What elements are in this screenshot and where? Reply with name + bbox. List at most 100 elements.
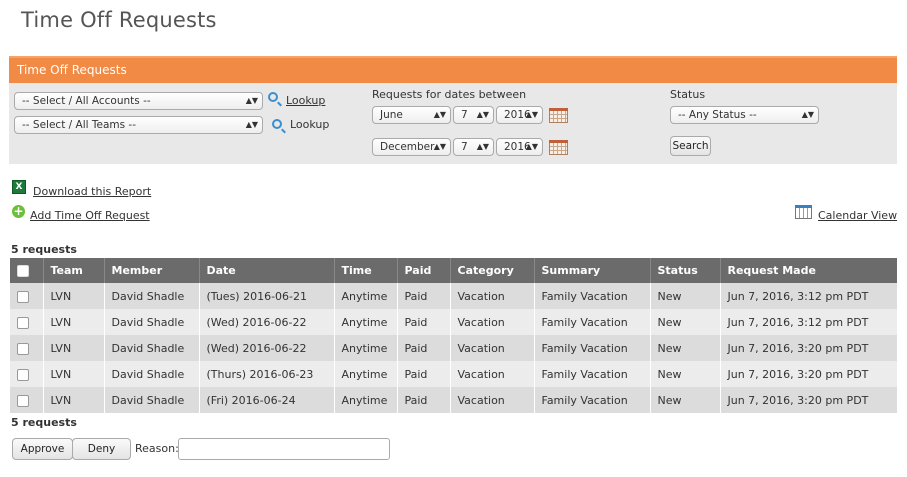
end-day-select[interactable]: 7 ▲▼	[453, 138, 494, 156]
status-select-value: -- Any Status --	[678, 109, 757, 121]
header-status[interactable]: Status	[649, 258, 720, 283]
cell-team: LVN	[42, 361, 104, 387]
search-icon[interactable]	[268, 92, 278, 102]
table-row: LVN David Shadle (Wed) 2016-06-22 Anytim…	[10, 335, 897, 361]
search-icon[interactable]	[272, 119, 282, 129]
reason-input[interactable]	[178, 438, 390, 460]
calendar-icon[interactable]	[549, 140, 568, 155]
table-row: LVN David Shadle (Tues) 2016-06-21 Anyti…	[10, 283, 897, 309]
cell-team: LVN	[42, 387, 104, 413]
cell-time: Anytime	[333, 309, 397, 335]
search-button[interactable]: Search	[670, 136, 711, 156]
cell-time: Anytime	[333, 283, 397, 309]
select-arrows-icon: ▲▼	[525, 110, 538, 119]
cell-summary: Family Vacation	[533, 361, 650, 387]
end-year-select[interactable]: 2016 ▲▼	[496, 138, 543, 156]
end-month-select[interactable]: December ▲▼	[372, 138, 451, 156]
cell-status: New	[649, 361, 720, 387]
cell-request-made: Jun 7, 2016, 3:20 pm PDT	[719, 335, 897, 361]
teams-select[interactable]: -- Select / All Teams -- ▲▼	[14, 116, 263, 134]
header-request-made[interactable]: Request Made	[719, 258, 897, 283]
row-select-cell	[10, 361, 43, 387]
header-team[interactable]: Team	[42, 258, 104, 283]
row-checkbox[interactable]	[17, 316, 29, 329]
reason-label: Reason:	[135, 442, 179, 455]
request-count: 5 requests	[11, 243, 77, 256]
table-row: LVN David Shadle (Wed) 2016-06-22 Anytim…	[10, 309, 897, 335]
calendar-view-link[interactable]: Calendar View	[818, 209, 897, 222]
select-arrows-icon: ▲▼	[525, 142, 538, 151]
select-arrows-icon: ▲▼	[476, 110, 489, 119]
cell-summary: Family Vacation	[533, 335, 650, 361]
end-month-value: December	[380, 141, 435, 153]
status-label: Status	[670, 88, 706, 101]
header-category[interactable]: Category	[449, 258, 534, 283]
accounts-select[interactable]: -- Select / All Accounts -- ▲▼	[14, 92, 263, 110]
header-date[interactable]: Date	[198, 258, 334, 283]
row-select-cell	[10, 283, 43, 309]
start-year-select[interactable]: 2016 ▲▼	[496, 106, 543, 124]
status-select[interactable]: -- Any Status -- ▲▼	[670, 106, 819, 124]
cell-status: New	[649, 283, 720, 309]
calendar-icon[interactable]	[549, 108, 568, 123]
cell-team: LVN	[42, 335, 104, 361]
table-header-row: Team Member Date Time Paid Category Summ…	[10, 258, 897, 283]
row-checkbox[interactable]	[17, 342, 29, 355]
lookup-accounts-link[interactable]: Lookup	[286, 94, 325, 107]
row-checkbox[interactable]	[17, 290, 29, 303]
cell-paid: Paid	[396, 283, 450, 309]
row-checkbox[interactable]	[17, 368, 29, 381]
cell-status: New	[649, 335, 720, 361]
cell-date: (Fri) 2016-06-24	[198, 387, 334, 413]
download-report-link[interactable]: Download this Report	[33, 185, 151, 198]
start-day-select[interactable]: 7 ▲▼	[453, 106, 494, 124]
cell-summary: Family Vacation	[533, 387, 650, 413]
cell-member: David Shadle	[103, 361, 199, 387]
cell-request-made: Jun 7, 2016, 3:20 pm PDT	[719, 387, 897, 413]
header-paid[interactable]: Paid	[396, 258, 450, 283]
start-month-select[interactable]: June ▲▼	[372, 106, 451, 124]
add-icon[interactable]: +	[12, 205, 25, 218]
excel-icon[interactable]: X	[12, 180, 26, 194]
table-row: LVN David Shadle (Fri) 2016-06-24 Anytim…	[10, 387, 897, 413]
accounts-select-value: -- Select / All Accounts --	[22, 95, 151, 107]
cell-member: David Shadle	[103, 309, 199, 335]
end-day-value: 7	[461, 141, 468, 153]
cell-status: New	[649, 309, 720, 335]
calendar-view-icon[interactable]	[795, 205, 812, 219]
header-time[interactable]: Time	[333, 258, 397, 283]
cell-paid: Paid	[396, 387, 450, 413]
cell-paid: Paid	[396, 309, 450, 335]
add-time-off-link[interactable]: Add Time Off Request	[30, 209, 150, 222]
cell-date: (Wed) 2016-06-22	[198, 309, 334, 335]
cell-category: Vacation	[449, 335, 534, 361]
header-member[interactable]: Member	[103, 258, 199, 283]
cell-member: David Shadle	[103, 335, 199, 361]
lookup-teams-link[interactable]: Lookup	[290, 118, 329, 131]
cell-date: (Wed) 2016-06-22	[198, 335, 334, 361]
start-day-value: 7	[461, 109, 468, 121]
cell-member: David Shadle	[103, 283, 199, 309]
select-arrows-icon: ▲▼	[433, 142, 446, 151]
dates-label: Requests for dates between	[372, 88, 527, 101]
cell-team: LVN	[42, 309, 104, 335]
cell-paid: Paid	[396, 361, 450, 387]
select-arrows-icon: ▲▼	[476, 142, 489, 151]
filter-panel: Time Off Requests -- Select / All Accoun…	[9, 56, 897, 164]
cell-time: Anytime	[333, 335, 397, 361]
row-select-cell	[10, 387, 43, 413]
approve-button[interactable]: Approve	[12, 438, 73, 460]
teams-select-value: -- Select / All Teams --	[22, 119, 137, 131]
cell-time: Anytime	[333, 387, 397, 413]
cell-category: Vacation	[449, 309, 534, 335]
select-arrows-icon: ▲▼	[801, 110, 814, 119]
header-summary[interactable]: Summary	[533, 258, 650, 283]
cell-date: (Thurs) 2016-06-23	[198, 361, 334, 387]
cell-category: Vacation	[449, 283, 534, 309]
cell-summary: Family Vacation	[533, 283, 650, 309]
deny-button[interactable]: Deny	[72, 438, 131, 460]
select-all-checkbox[interactable]	[17, 265, 29, 277]
select-all-cell	[10, 258, 43, 283]
cell-member: David Shadle	[103, 387, 199, 413]
row-checkbox[interactable]	[17, 394, 29, 407]
